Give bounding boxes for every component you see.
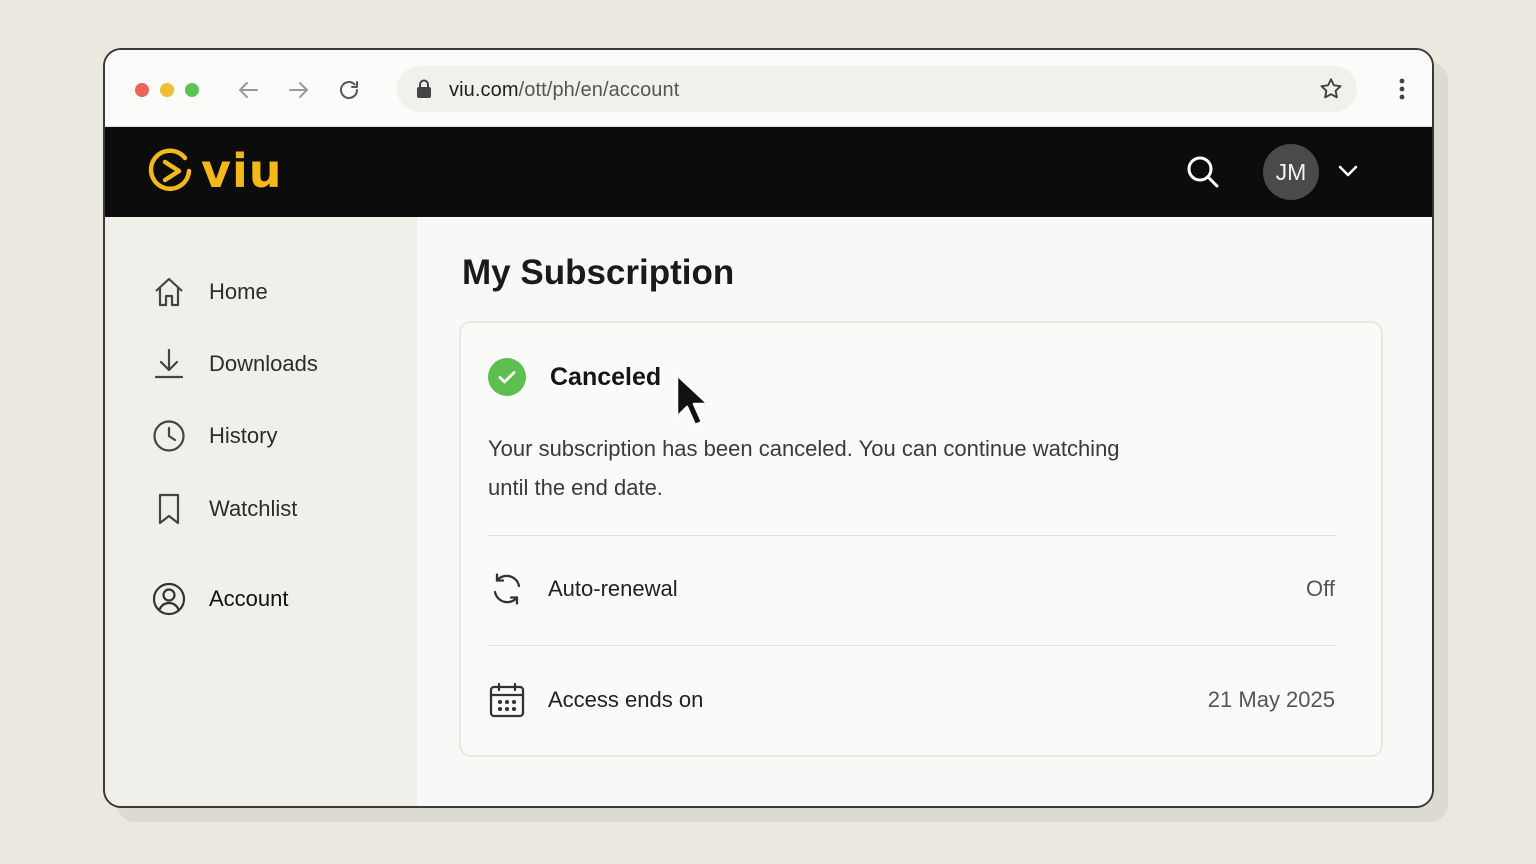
subscription-card: Canceled Your subscription has been canc… [459, 321, 1383, 757]
bookmark-icon [151, 491, 187, 527]
refresh-icon [488, 570, 526, 608]
auto-renewal-value: Off [1306, 576, 1335, 601]
mouse-cursor-icon [674, 373, 714, 438]
logo-wordmark: viu [201, 144, 283, 198]
address-bar[interactable]: viu.com/ott/ph/en/account [397, 66, 1357, 112]
sidebar-item-watchlist[interactable]: Watchlist [151, 489, 297, 529]
sidebar-item-label: Account [209, 586, 289, 611]
sidebar-item-label: History [209, 423, 278, 448]
home-icon [151, 274, 187, 310]
app-header: viu JM [105, 127, 1432, 217]
maximize-window-button[interactable] [185, 83, 199, 97]
status-label: Canceled [550, 362, 662, 391]
calendar-icon [488, 681, 526, 719]
access-ends-value: 21 May 2025 [1207, 687, 1335, 712]
reload-icon[interactable] [335, 76, 363, 104]
more-menu-icon[interactable] [1398, 77, 1406, 106]
access-ends-label: Access ends on [548, 687, 704, 712]
sidebar-item-account[interactable]: Account [151, 579, 289, 619]
sidebar-item-home[interactable]: Home [151, 272, 268, 312]
sidebar-item-label: Home [209, 279, 268, 304]
check-circle-icon [488, 358, 526, 396]
sidebar-item-label: Watchlist [209, 496, 298, 521]
forward-arrow-icon[interactable] [284, 76, 312, 104]
viu-logo[interactable]: viu [147, 147, 283, 195]
url-text: viu.com/ott/ph/en/account [449, 79, 680, 101]
close-window-button[interactable] [135, 83, 149, 97]
sidebar-item-history[interactable]: History [151, 416, 277, 456]
lock-icon [415, 79, 433, 104]
browser-toolbar: viu.com/ott/ph/en/account [105, 50, 1432, 127]
browser-window: viu.com/ott/ph/en/account viu JM Home Do… [103, 48, 1434, 808]
page-title: My Subscription [462, 253, 735, 292]
download-icon [151, 346, 187, 382]
auto-renewal-row[interactable]: Auto-renewal Off [488, 569, 1335, 609]
status-row: Canceled [488, 358, 661, 396]
sidebar-item-label: Downloads [209, 351, 318, 376]
auto-renewal-label: Auto-renewal [548, 576, 678, 601]
main-content: My Subscription Canceled Your subscripti… [417, 217, 1432, 806]
user-circle-icon [151, 581, 187, 617]
status-description: Your subscription has been canceled. You… [488, 436, 1120, 500]
divider [488, 645, 1337, 646]
minimize-window-button[interactable] [160, 83, 174, 97]
sidebar: Home Downloads History Watchlist Account [105, 217, 417, 806]
chevron-down-icon[interactable] [1337, 163, 1359, 184]
search-icon[interactable] [1183, 152, 1223, 192]
bookmark-star-icon[interactable] [1318, 76, 1344, 107]
sidebar-item-downloads[interactable]: Downloads [151, 344, 318, 384]
clock-icon [151, 418, 187, 454]
back-arrow-icon[interactable] [235, 76, 263, 104]
access-ends-row: Access ends on 21 May 2025 [488, 680, 1335, 720]
play-logo-icon [148, 148, 192, 191]
divider [488, 535, 1337, 536]
user-avatar[interactable]: JM [1263, 144, 1319, 200]
